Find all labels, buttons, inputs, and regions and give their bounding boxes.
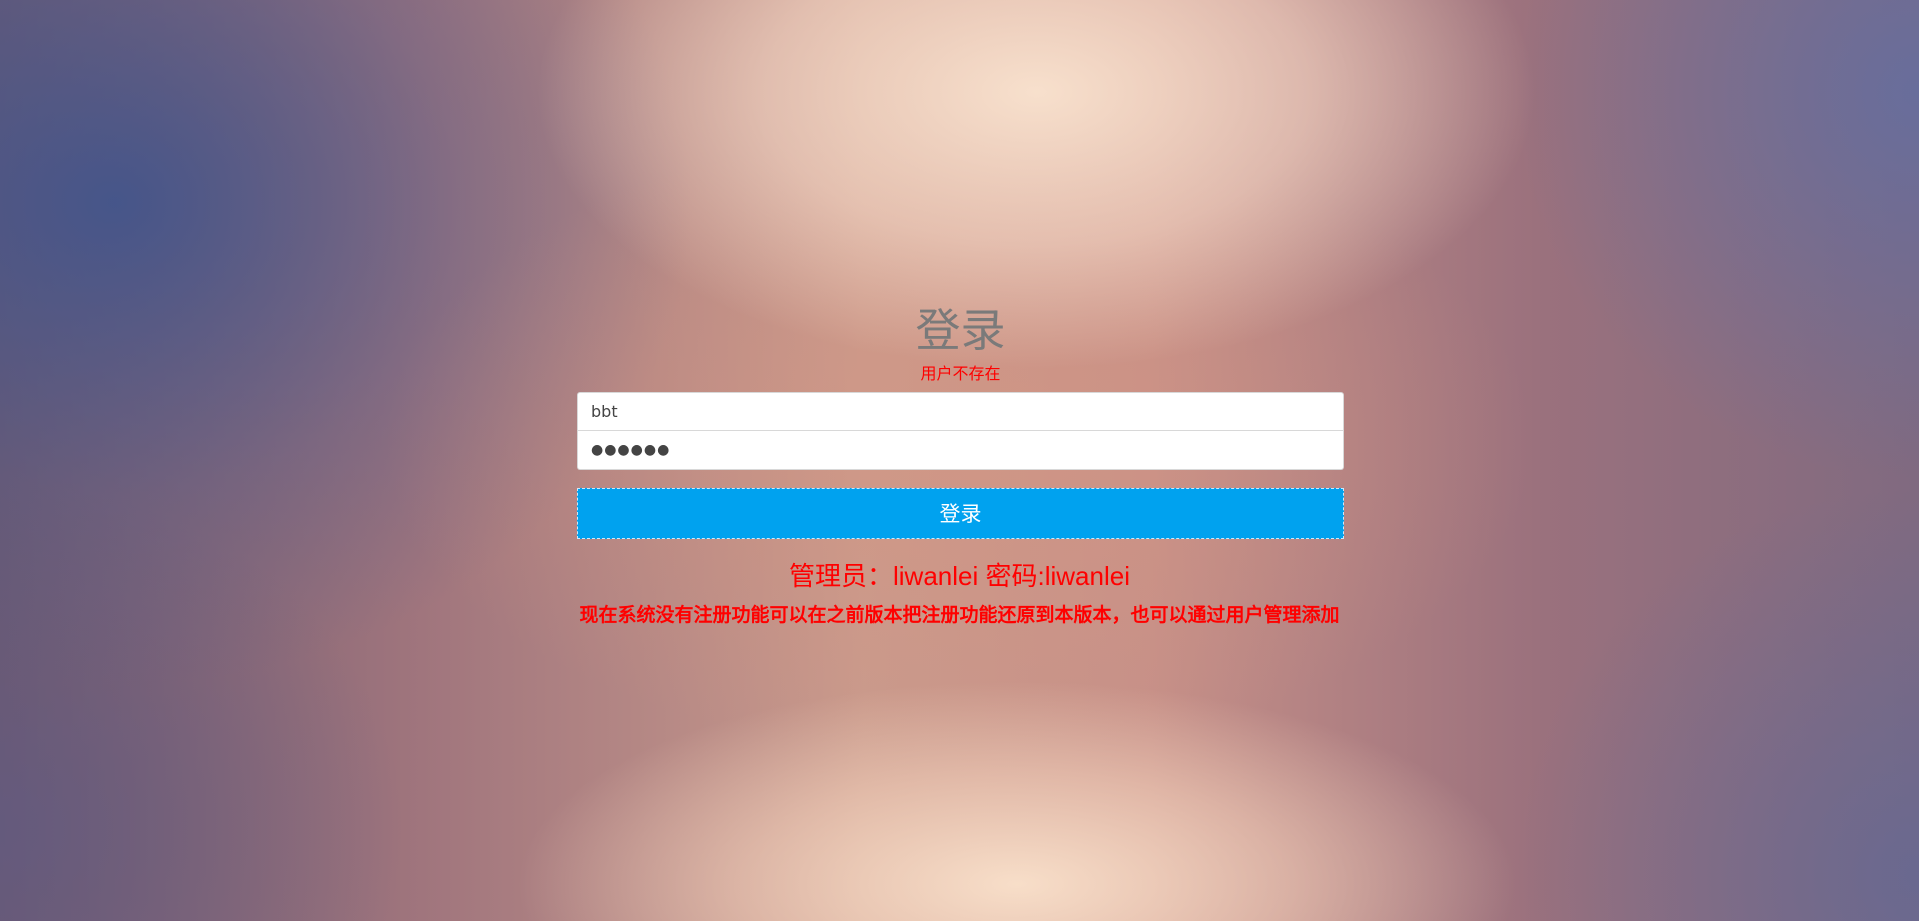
login-title: 登录 xyxy=(915,304,1006,357)
admin-credentials-notice: 管理员：liwanlei 密码:liwanlei xyxy=(789,561,1130,591)
username-input[interactable] xyxy=(577,392,1344,431)
registration-notice: 现在系统没有注册功能可以在之前版本把注册功能还原到本版本，也可以通过用户管理添加 xyxy=(579,604,1340,626)
login-button[interactable]: 登录 xyxy=(577,488,1344,539)
login-panel: 登录 用户不存在 登录 xyxy=(577,300,1344,539)
password-input[interactable] xyxy=(577,431,1344,470)
error-message: 用户不存在 xyxy=(920,364,1001,383)
